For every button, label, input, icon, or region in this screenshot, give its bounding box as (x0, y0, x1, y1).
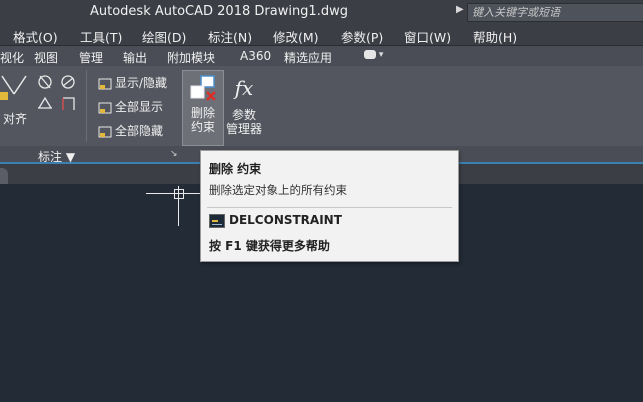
show-hide-label: 显示/隐藏 (115, 76, 168, 90)
menu-draw[interactable]: 绘图(D) (142, 27, 186, 46)
command-line-glyph (212, 220, 222, 225)
pill-icon (364, 50, 376, 59)
command-line-icon (209, 214, 225, 228)
tab-addins[interactable]: 附加模块 (167, 49, 215, 66)
align-icon[interactable] (0, 72, 30, 108)
cursor-pickbox (174, 189, 184, 199)
show-hide-button[interactable]: 显示/隐藏 (98, 74, 167, 92)
tooltip-command: DELCONSTRAINT (229, 213, 342, 227)
tooltip-divider (207, 207, 452, 208)
symmetric-icon[interactable] (38, 96, 52, 109)
tangent-icon[interactable] (38, 75, 52, 89)
show-hide-icon (98, 78, 112, 89)
document-tab[interactable] (0, 168, 8, 184)
constraint-icons-group (38, 75, 75, 110)
show-all-label: 全部显示 (115, 100, 164, 114)
ribbon-tab-bar: 视化 视图 管理 输出 附加模块 A360 精选应用 ▾ (0, 46, 643, 66)
command-tooltip: 删除 约束 删除选定对象上的所有约束 DELCONSTRAINT 按 F1 键获… (200, 150, 459, 262)
show-all-button[interactable]: 全部显示 (98, 98, 163, 116)
delete-constraint-icon (190, 75, 216, 101)
dialog-launcher-icon[interactable]: ↘ (170, 149, 178, 159)
menu-dimension[interactable]: 标注(N) (208, 27, 252, 46)
delete-label-1: 删除 (190, 106, 215, 120)
equal-icon[interactable] (62, 97, 75, 110)
tab-view[interactable]: 视图 (34, 49, 58, 66)
hide-all-label: 全部隐藏 (115, 124, 164, 138)
tab-visualize[interactable]: 视化 (0, 49, 24, 66)
menu-parametric[interactable]: 参数(P) (341, 27, 383, 46)
tab-featured-apps[interactable]: 精选应用 (284, 49, 332, 66)
app-title: Autodesk AutoCAD 2018 Drawing1.dwg (90, 4, 348, 19)
title-bar: Autodesk AutoCAD 2018 Drawing1.dwg ▶ (0, 0, 643, 24)
menu-help[interactable]: 帮助(H) (473, 27, 517, 46)
search-box[interactable] (467, 3, 643, 22)
fx-icon: fx (234, 76, 254, 100)
menu-bar: 格式(O) 工具(T) 绘图(D) 标注(N) 修改(M) 参数(P) 窗口(W… (0, 24, 643, 46)
menu-tools[interactable]: 工具(T) (80, 27, 122, 46)
tab-a360[interactable]: A360 (240, 49, 271, 63)
hide-all-icon (98, 126, 112, 137)
align-label[interactable]: 对齐 (3, 110, 27, 127)
tab-manage[interactable]: 管理 (79, 49, 103, 66)
menu-format[interactable]: 格式(O) (13, 27, 58, 46)
tab-overflow-dropdown[interactable]: ▾ (364, 50, 388, 62)
tooltip-description: 删除选定对象上的所有约束 (209, 183, 347, 197)
smooth-icon[interactable] (61, 75, 75, 89)
tooltip-help: 按 F1 键获得更多帮助 (209, 239, 330, 253)
hide-all-button[interactable]: 全部隐藏 (98, 122, 163, 140)
delete-constraints-button[interactable]: 删除 约束 (182, 70, 224, 146)
params-label-2: 管理器 (225, 122, 262, 136)
show-all-icon (98, 102, 112, 113)
menu-modify[interactable]: 修改(M) (273, 27, 319, 46)
parameters-manager-button[interactable]: fx 参数 管理器 (222, 70, 266, 144)
search-input[interactable] (470, 4, 642, 20)
dimension-panel-title[interactable]: 标注 ▼ (38, 148, 75, 165)
delete-label-2: 约束 (190, 120, 215, 134)
expand-arrow-icon[interactable]: ▶ (456, 4, 464, 15)
tooltip-title: 删除 约束 (209, 162, 262, 176)
tab-output[interactable]: 输出 (123, 49, 147, 66)
menu-window[interactable]: 窗口(W) (404, 27, 451, 46)
group-separator (86, 70, 87, 142)
params-label-1: 参数 (231, 108, 256, 122)
